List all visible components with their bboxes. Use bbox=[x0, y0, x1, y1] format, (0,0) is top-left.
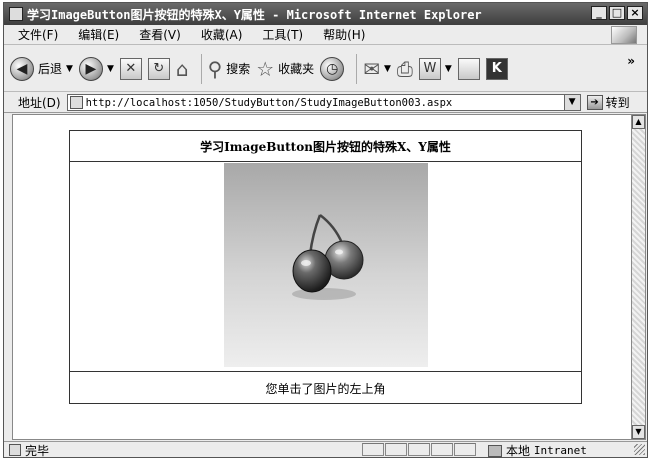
star-icon: ☆ bbox=[256, 56, 275, 81]
home-icon: ⌂ bbox=[175, 56, 189, 81]
page-viewport: 学习ImageButton图片按钮的特殊X、Y属性 您单击了图片的左上角 bbox=[12, 114, 638, 440]
print-icon: ⎙ bbox=[396, 56, 413, 81]
forward-arrow-icon: ▶ bbox=[78, 56, 103, 81]
window-controls: _ □ × bbox=[591, 6, 643, 20]
close-button[interactable]: × bbox=[627, 6, 643, 20]
resize-grip-icon[interactable] bbox=[634, 444, 645, 455]
menu-view[interactable]: 查看(V) bbox=[139, 26, 181, 43]
status-bar: 完毕 本地 Intranet bbox=[4, 441, 647, 458]
zone-label: 本地 bbox=[506, 444, 531, 458]
mail-icon: ✉ bbox=[363, 56, 380, 81]
home-button[interactable]: ⌂ bbox=[176, 58, 189, 80]
window-title: 学习ImageButton图片按钮的特殊X、Y属性 - Microsoft In… bbox=[27, 7, 482, 22]
search-icon: ⚲ bbox=[207, 56, 223, 81]
go-label: 转到 bbox=[605, 96, 630, 110]
menu-bar: 文件(F) 编辑(E) 查看(V) 收藏(A) 工具(T) 帮助(H) bbox=[4, 25, 647, 45]
vertical-scrollbar[interactable]: ▲ ▼ bbox=[631, 114, 646, 440]
word-icon: W bbox=[418, 57, 441, 80]
search-button[interactable]: ⚲ 搜索 bbox=[208, 58, 251, 80]
edit-button[interactable]: W ▼ bbox=[418, 57, 452, 80]
address-url[interactable]: http://localhost:1050/StudyButton/StudyI… bbox=[86, 97, 453, 109]
history-icon: ◷ bbox=[320, 56, 345, 81]
browser-window: 学习ImageButton图片按钮的特殊X、Y属性 - Microsoft In… bbox=[3, 2, 648, 458]
status-panel bbox=[454, 443, 476, 456]
ie-app-icon bbox=[9, 7, 23, 21]
favorites-button[interactable]: ☆ 收藏夹 bbox=[256, 58, 314, 80]
minimize-button[interactable]: _ bbox=[591, 6, 607, 20]
search-label: 搜索 bbox=[226, 62, 251, 76]
chevron-down-icon[interactable]: ▼ bbox=[107, 64, 114, 74]
windows-logo-icon bbox=[611, 26, 637, 44]
address-bar: 地址(D) http://localhost:1050/StudyButton/… bbox=[4, 93, 647, 113]
status-text: 完毕 bbox=[25, 443, 50, 458]
security-zone: 本地 Intranet bbox=[488, 442, 587, 459]
messenger-button[interactable]: K bbox=[485, 57, 508, 80]
refresh-icon: ↻ bbox=[147, 57, 170, 80]
stop-button[interactable]: ✕ bbox=[119, 57, 142, 80]
toolbar-divider bbox=[200, 53, 202, 84]
content-table: 学习ImageButton图片按钮的特殊X、Y属性 您单击了图片的左上角 bbox=[69, 130, 582, 404]
menu-file[interactable]: 文件(F) bbox=[18, 26, 58, 43]
status-panel bbox=[385, 443, 407, 456]
page-status-icon bbox=[9, 444, 21, 456]
status-panel bbox=[408, 443, 430, 456]
menu-edit[interactable]: 编辑(E) bbox=[78, 26, 119, 43]
address-input[interactable]: http://localhost:1050/StudyButton/StudyI… bbox=[66, 94, 581, 111]
toolbar-overflow-chevron[interactable]: » bbox=[627, 54, 635, 68]
chevron-down-icon[interactable]: ▼ bbox=[66, 64, 73, 74]
menu-tools[interactable]: 工具(T) bbox=[262, 26, 303, 43]
status-panels bbox=[362, 443, 477, 456]
back-button[interactable]: ◀ 后退 ▼ bbox=[10, 56, 73, 81]
toolbar: ◀ 后退 ▼ ▶ ▼ ✕ ↻ ⌂ ⚲ 搜索 ☆ 收藏夹 ◷ ✉ ▼ ⎙ W ▼ … bbox=[4, 46, 647, 92]
messenger-icon: K bbox=[485, 57, 508, 80]
back-label: 后退 bbox=[38, 62, 63, 76]
discuss-icon bbox=[457, 57, 480, 80]
print-button[interactable]: ⎙ bbox=[397, 58, 413, 80]
cherry-image bbox=[292, 214, 364, 300]
cherry-image-button[interactable] bbox=[224, 163, 428, 367]
forward-button[interactable]: ▶ ▼ bbox=[78, 56, 114, 81]
chevron-down-icon[interactable]: ▼ bbox=[563, 95, 580, 110]
intranet-icon bbox=[488, 444, 502, 457]
page-title: 学习ImageButton图片按钮的特殊X、Y属性 bbox=[70, 131, 581, 162]
scroll-up-icon[interactable]: ▲ bbox=[632, 115, 645, 129]
address-label: 地址(D) bbox=[18, 96, 61, 110]
menu-help[interactable]: 帮助(H) bbox=[323, 26, 365, 43]
page-icon bbox=[69, 96, 83, 109]
mail-button[interactable]: ✉ ▼ bbox=[363, 58, 391, 80]
title-bar: 学习ImageButton图片按钮的特殊X、Y属性 - Microsoft In… bbox=[4, 3, 647, 25]
maximize-button[interactable]: □ bbox=[609, 6, 625, 20]
stop-icon: ✕ bbox=[119, 57, 142, 80]
back-arrow-icon: ◀ bbox=[10, 56, 34, 81]
refresh-button[interactable]: ↻ bbox=[147, 57, 170, 80]
chevron-down-icon[interactable]: ▼ bbox=[445, 64, 452, 74]
status-panel bbox=[362, 443, 384, 456]
scroll-down-icon[interactable]: ▼ bbox=[632, 425, 645, 439]
history-button[interactable]: ◷ bbox=[320, 56, 345, 81]
go-button[interactable]: ➔ 转到 bbox=[586, 94, 630, 111]
zone-type: Intranet bbox=[533, 444, 587, 457]
favorites-label: 收藏夹 bbox=[278, 62, 315, 76]
toolbar-divider bbox=[356, 53, 358, 84]
click-result-message: 您单击了图片的左上角 bbox=[70, 371, 581, 404]
discuss-button[interactable] bbox=[457, 57, 480, 80]
chevron-down-icon[interactable]: ▼ bbox=[384, 64, 391, 74]
status-panel bbox=[431, 443, 453, 456]
go-arrow-icon: ➔ bbox=[586, 95, 603, 110]
menu-favorites[interactable]: 收藏(A) bbox=[201, 26, 243, 43]
